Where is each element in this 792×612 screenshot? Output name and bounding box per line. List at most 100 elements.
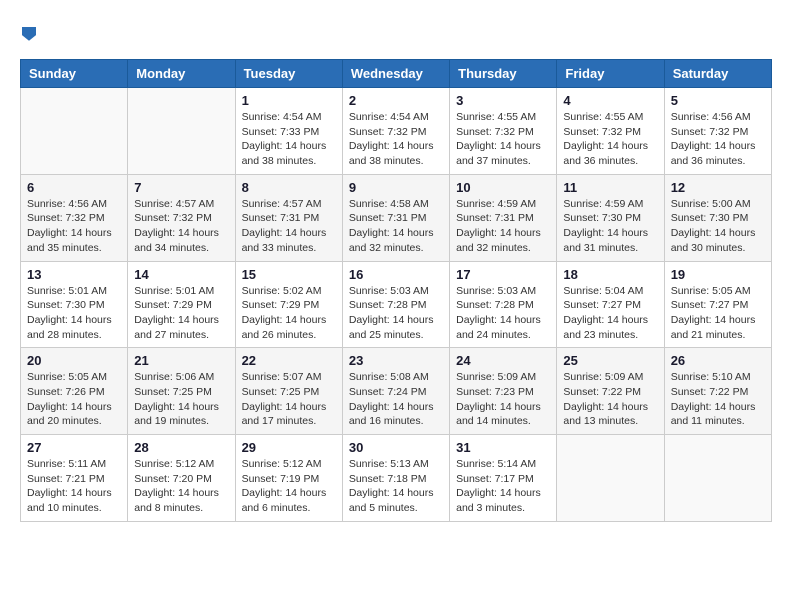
page-header	[20, 20, 772, 43]
calendar-header-wednesday: Wednesday	[342, 60, 449, 88]
logo-text	[20, 20, 36, 43]
day-number: 12	[671, 180, 765, 195]
day-info: Sunrise: 5:07 AM Sunset: 7:25 PM Dayligh…	[242, 370, 336, 429]
calendar-cell: 9 Sunrise: 4:58 AM Sunset: 7:31 PM Daylig…	[342, 174, 449, 261]
day-info: Sunrise: 5:12 AM Sunset: 7:19 PM Dayligh…	[242, 457, 336, 516]
calendar-cell: 23 Sunrise: 5:08 AM Sunset: 7:24 PM Dayli…	[342, 348, 449, 435]
day-info: Sunrise: 4:55 AM Sunset: 7:32 PM Dayligh…	[456, 110, 550, 169]
calendar-cell: 4 Sunrise: 4:55 AM Sunset: 7:32 PM Daylig…	[557, 88, 664, 175]
calendar-cell: 6Sunrise: 4:56 AM Sunset: 7:32 PM Daylig…	[21, 174, 128, 261]
day-number: 5	[671, 93, 765, 108]
calendar-cell: 29Sunrise: 5:12 AM Sunset: 7:19 PM Dayli…	[235, 435, 342, 522]
day-info: Sunrise: 4:54 AM Sunset: 7:32 PM Dayligh…	[349, 110, 443, 169]
day-info: Sunrise: 5:05 AM Sunset: 7:26 PM Dayligh…	[27, 370, 121, 429]
day-number: 26	[671, 353, 765, 368]
calendar-cell: 18 Sunrise: 5:04 AM Sunset: 7:27 PM Dayli…	[557, 261, 664, 348]
day-number: 2	[349, 93, 443, 108]
calendar-header-friday: Friday	[557, 60, 664, 88]
calendar-week-2: 6Sunrise: 4:56 AM Sunset: 7:32 PM Daylig…	[21, 174, 772, 261]
day-number: 7	[134, 180, 228, 195]
day-number: 28	[134, 440, 228, 455]
day-number: 17	[456, 267, 550, 282]
day-info: Sunrise: 5:10 AM Sunset: 7:22 PM Dayligh…	[671, 370, 765, 429]
calendar-cell	[557, 435, 664, 522]
calendar-header-row: SundayMondayTuesdayWednesdayThursdayFrid…	[21, 60, 772, 88]
day-number: 4	[563, 93, 657, 108]
logo-icon	[22, 27, 36, 41]
day-number: 19	[671, 267, 765, 282]
day-number: 1	[242, 93, 336, 108]
day-info: Sunrise: 4:55 AM Sunset: 7:32 PM Dayligh…	[563, 110, 657, 169]
day-info: Sunrise: 5:14 AM Sunset: 7:17 PM Dayligh…	[456, 457, 550, 516]
day-info: Sunrise: 5:13 AM Sunset: 7:18 PM Dayligh…	[349, 457, 443, 516]
calendar-cell: 30Sunrise: 5:13 AM Sunset: 7:18 PM Dayli…	[342, 435, 449, 522]
day-number: 10	[456, 180, 550, 195]
day-info: Sunrise: 4:58 AM Sunset: 7:31 PM Dayligh…	[349, 197, 443, 256]
day-info: Sunrise: 5:12 AM Sunset: 7:20 PM Dayligh…	[134, 457, 228, 516]
logo	[20, 20, 36, 43]
calendar-header-sunday: Sunday	[21, 60, 128, 88]
calendar-cell: 7 Sunrise: 4:57 AM Sunset: 7:32 PM Daylig…	[128, 174, 235, 261]
calendar-cell: 2 Sunrise: 4:54 AM Sunset: 7:32 PM Daylig…	[342, 88, 449, 175]
day-info: Sunrise: 5:03 AM Sunset: 7:28 PM Dayligh…	[349, 284, 443, 343]
calendar-cell: 21 Sunrise: 5:06 AM Sunset: 7:25 PM Dayli…	[128, 348, 235, 435]
day-number: 9	[349, 180, 443, 195]
day-info: Sunrise: 5:04 AM Sunset: 7:27 PM Dayligh…	[563, 284, 657, 343]
calendar-table: SundayMondayTuesdayWednesdayThursdayFrid…	[20, 59, 772, 522]
day-number: 8	[242, 180, 336, 195]
day-info: Sunrise: 4:59 AM Sunset: 7:30 PM Dayligh…	[563, 197, 657, 256]
day-number: 18	[563, 267, 657, 282]
calendar-header-monday: Monday	[128, 60, 235, 88]
day-number: 25	[563, 353, 657, 368]
day-number: 21	[134, 353, 228, 368]
day-info: Sunrise: 5:06 AM Sunset: 7:25 PM Dayligh…	[134, 370, 228, 429]
day-number: 6	[27, 180, 121, 195]
day-number: 27	[27, 440, 121, 455]
calendar-cell	[21, 88, 128, 175]
day-info: Sunrise: 5:01 AM Sunset: 7:30 PM Dayligh…	[27, 284, 121, 343]
calendar-cell: 19 Sunrise: 5:05 AM Sunset: 7:27 PM Dayli…	[664, 261, 771, 348]
calendar-cell: 13 Sunrise: 5:01 AM Sunset: 7:30 PM Dayli…	[21, 261, 128, 348]
calendar-week-3: 13 Sunrise: 5:01 AM Sunset: 7:30 PM Dayli…	[21, 261, 772, 348]
day-number: 23	[349, 353, 443, 368]
day-info: Sunrise: 4:56 AM Sunset: 7:32 PM Dayligh…	[671, 110, 765, 169]
calendar-cell: 27 Sunrise: 5:11 AM Sunset: 7:21 PM Dayli…	[21, 435, 128, 522]
calendar-cell: 22 Sunrise: 5:07 AM Sunset: 7:25 PM Dayli…	[235, 348, 342, 435]
calendar-cell: 3 Sunrise: 4:55 AM Sunset: 7:32 PM Daylig…	[450, 88, 557, 175]
day-info: Sunrise: 5:03 AM Sunset: 7:28 PM Dayligh…	[456, 284, 550, 343]
day-number: 16	[349, 267, 443, 282]
calendar-header-tuesday: Tuesday	[235, 60, 342, 88]
day-number: 13	[27, 267, 121, 282]
calendar-cell: 24 Sunrise: 5:09 AM Sunset: 7:23 PM Dayli…	[450, 348, 557, 435]
day-info: Sunrise: 4:57 AM Sunset: 7:32 PM Dayligh…	[134, 197, 228, 256]
calendar-week-5: 27 Sunrise: 5:11 AM Sunset: 7:21 PM Dayli…	[21, 435, 772, 522]
calendar-cell: 5 Sunrise: 4:56 AM Sunset: 7:32 PM Daylig…	[664, 88, 771, 175]
calendar-cell: 17 Sunrise: 5:03 AM Sunset: 7:28 PM Dayli…	[450, 261, 557, 348]
calendar-cell: 11 Sunrise: 4:59 AM Sunset: 7:30 PM Dayli…	[557, 174, 664, 261]
day-info: Sunrise: 5:05 AM Sunset: 7:27 PM Dayligh…	[671, 284, 765, 343]
day-info: Sunrise: 4:57 AM Sunset: 7:31 PM Dayligh…	[242, 197, 336, 256]
calendar-header-saturday: Saturday	[664, 60, 771, 88]
day-number: 11	[563, 180, 657, 195]
day-number: 14	[134, 267, 228, 282]
calendar-cell: 10Sunrise: 4:59 AM Sunset: 7:31 PM Dayli…	[450, 174, 557, 261]
day-info: Sunrise: 5:00 AM Sunset: 7:30 PM Dayligh…	[671, 197, 765, 256]
calendar-cell: 12 Sunrise: 5:00 AM Sunset: 7:30 PM Dayli…	[664, 174, 771, 261]
day-info: Sunrise: 5:09 AM Sunset: 7:23 PM Dayligh…	[456, 370, 550, 429]
day-number: 3	[456, 93, 550, 108]
calendar-cell: 14 Sunrise: 5:01 AM Sunset: 7:29 PM Dayli…	[128, 261, 235, 348]
calendar-cell: 26 Sunrise: 5:10 AM Sunset: 7:22 PM Dayli…	[664, 348, 771, 435]
calendar-week-1: 1Sunrise: 4:54 AM Sunset: 7:33 PM Daylig…	[21, 88, 772, 175]
day-number: 24	[456, 353, 550, 368]
day-info: Sunrise: 5:08 AM Sunset: 7:24 PM Dayligh…	[349, 370, 443, 429]
day-info: Sunrise: 5:11 AM Sunset: 7:21 PM Dayligh…	[27, 457, 121, 516]
calendar-cell	[664, 435, 771, 522]
day-number: 22	[242, 353, 336, 368]
day-info: Sunrise: 5:01 AM Sunset: 7:29 PM Dayligh…	[134, 284, 228, 343]
calendar-cell	[128, 88, 235, 175]
calendar-cell: 31 Sunrise: 5:14 AM Sunset: 7:17 PM Dayli…	[450, 435, 557, 522]
day-number: 31	[456, 440, 550, 455]
calendar-header-thursday: Thursday	[450, 60, 557, 88]
calendar-week-4: 20Sunrise: 5:05 AM Sunset: 7:26 PM Dayli…	[21, 348, 772, 435]
calendar-cell: 25Sunrise: 5:09 AM Sunset: 7:22 PM Dayli…	[557, 348, 664, 435]
